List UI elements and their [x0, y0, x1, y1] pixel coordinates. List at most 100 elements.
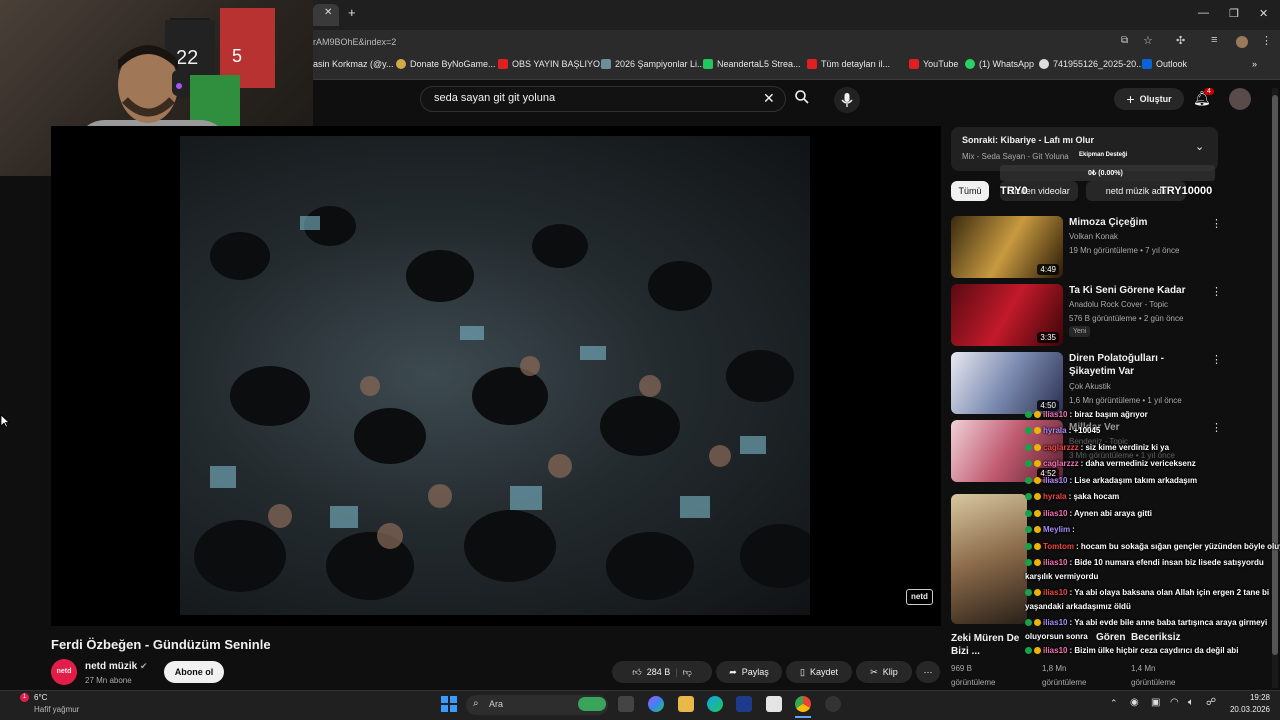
profile-avatar[interactable] [1236, 36, 1248, 48]
chat-badge-icon [1025, 427, 1032, 434]
bookmark[interactable]: OBS YAYIN BAŞLIYO... [498, 59, 608, 69]
bookmark[interactable]: Donate ByNoGame... [396, 59, 496, 69]
minimize-icon[interactable]: — [1198, 7, 1209, 19]
chat-username: hyrala [1043, 492, 1067, 501]
save-button[interactable]: ▯ Kaydet [786, 661, 852, 683]
rec-title[interactable]: Mimoza Çiçeğim [1069, 216, 1209, 229]
chat-badge-icon [1034, 589, 1041, 596]
rec-title[interactable]: Zeki Müren De Bizi ... [951, 632, 1021, 658]
extensions-icon[interactable]: ✣ [1176, 34, 1185, 47]
tray-overflow-icon[interactable]: ⌃ [1110, 698, 1118, 709]
dislike-icon[interactable]: 👎︎ [683, 667, 692, 678]
bookmark[interactable]: 741955126_2025-20... [1039, 59, 1144, 69]
store-icon[interactable] [736, 696, 752, 712]
bookmark[interactable]: (1) WhatsApp [965, 59, 1034, 69]
close-window-icon[interactable]: ✕ [1259, 7, 1268, 20]
weather-temp[interactable]: 6°C [34, 693, 47, 702]
new-tab-icon[interactable]: + [348, 5, 356, 20]
volume-icon[interactable]: 🔈︎ [1188, 697, 1194, 708]
scissors-icon: ✂ [870, 666, 878, 677]
rec-thumbnail[interactable]: 4:49 [951, 216, 1063, 278]
channel-avatar[interactable]: netd [51, 659, 77, 685]
reading-list-icon[interactable]: ≡ [1211, 34, 1217, 46]
rec-views: 969 B [951, 664, 972, 673]
account-avatar[interactable] [1229, 88, 1251, 110]
maximize-icon[interactable]: ❐ [1229, 7, 1239, 20]
like-count[interactable]: 284 B [647, 667, 671, 677]
chevron-down-icon[interactable]: ⌄ [1195, 140, 1204, 153]
chat-text: : Lise arkadaşım takım arkadaşım [1069, 476, 1198, 485]
rec-thumbnail[interactable] [951, 494, 1027, 624]
chrome-icon[interactable] [795, 696, 811, 712]
rec-channel[interactable]: Volkan Konak [1069, 232, 1118, 241]
more-actions-button[interactable]: ⋯ [916, 661, 940, 683]
chat-username: ilias10 [1043, 558, 1068, 567]
rec-views-label: görüntüleme [1131, 678, 1176, 687]
wifi-icon[interactable]: ◠ [1170, 697, 1179, 708]
create-button[interactable]: + Oluştur [1114, 88, 1184, 110]
close-tab-icon[interactable]: ✕ [324, 7, 332, 18]
rec-thumbnail[interactable]: 3:35 [951, 284, 1063, 346]
chat-badge-icon [1025, 543, 1032, 550]
chat-badge-icon [1034, 619, 1041, 626]
weather-desc[interactable]: Hafif yağmur [34, 705, 79, 714]
menu-dots-icon[interactable]: ⋮ [1261, 34, 1272, 47]
clip-button[interactable]: ✂ Klip [856, 661, 912, 683]
search-highlight-icon[interactable] [578, 697, 606, 711]
chat-text: : [1072, 525, 1075, 534]
star-icon[interactable]: ☆ [1143, 34, 1153, 47]
rec-title[interactable]: Beceriksiz [1131, 632, 1180, 643]
chat-message: ilias10: biraz başım ağrıyor [1025, 410, 1148, 419]
cast-icon[interactable]: ⧉ [1121, 35, 1128, 46]
tray-app-icon[interactable]: ◉ [1130, 697, 1139, 708]
more-bookmarks-icon[interactable]: » [1252, 59, 1257, 69]
rec-menu-icon[interactable]: ⋮ [1211, 217, 1222, 230]
filter-chip-all[interactable]: Tümü [951, 181, 989, 201]
clear-search-icon[interactable]: ✕ [763, 90, 775, 107]
verified-icon: ✔︎ [140, 661, 148, 671]
like-icon[interactable]: 👍︎ [632, 667, 641, 678]
search-query[interactable]: seda sayan git git yoluna [434, 92, 555, 104]
tray-app-icon[interactable]: ▣ [1151, 697, 1160, 708]
rec-title[interactable]: Diren Polatoğulları - Şikayetim Var [1069, 352, 1209, 378]
rec-channel[interactable]: Anadolu Rock Cover - Topic [1069, 300, 1168, 309]
copilot-icon[interactable] [648, 696, 664, 712]
chat-username: caglarzzz [1043, 443, 1079, 452]
obs-icon[interactable] [825, 696, 841, 712]
chat-text: : şaka hocam [1068, 492, 1120, 501]
edge-icon[interactable] [707, 696, 723, 712]
network-icon[interactable]: ☍ [1206, 697, 1216, 708]
task-view-icon[interactable] [618, 696, 634, 712]
chat-text: : biraz başım ağrıyor [1069, 410, 1148, 419]
chat-username: ilias10 [1043, 410, 1068, 419]
chat-text: oluyorsun sonra [1025, 632, 1088, 641]
windows-start-icon[interactable] [441, 696, 457, 712]
video-frame[interactable] [180, 136, 810, 615]
rec-title[interactable]: Gören [1096, 632, 1125, 643]
yandex-icon[interactable] [766, 696, 782, 712]
rec-thumbnail[interactable]: 4:50 [951, 352, 1063, 414]
bookmark[interactable]: NeandertaL5 Strea... [703, 59, 801, 69]
rec-menu-icon[interactable]: ⋮ [1211, 285, 1222, 298]
subscribe-button[interactable]: Abone ol [164, 661, 224, 683]
rec-menu-icon[interactable]: ⋮ [1211, 421, 1222, 434]
voice-search-button[interactable] [834, 87, 860, 113]
bookmark[interactable]: YouTube [909, 59, 958, 69]
scrollbar-thumb[interactable] [1272, 95, 1278, 655]
bookmark[interactable]: 2026 Şampiyonlar Li... [601, 59, 705, 69]
clock-time[interactable]: 19:28 [1230, 693, 1270, 702]
chat-message: ilias10: Lise arkadaşım takım arkadaşım [1025, 476, 1197, 485]
clock-date[interactable]: 20.03.2026 [1220, 705, 1270, 714]
url-text[interactable]: rAM9BOhE&index=2 [313, 37, 396, 47]
rec-menu-icon[interactable]: ⋮ [1211, 353, 1222, 366]
search-icon[interactable] [794, 89, 810, 105]
bookmark[interactable]: asin Korkmaz (@y... [313, 59, 394, 69]
bookmark[interactable]: Outlook [1142, 59, 1187, 69]
weather-alert-icon[interactable]: 1 [20, 693, 29, 702]
file-explorer-icon[interactable] [678, 696, 694, 712]
bookmark[interactable]: Tüm detayları il... [807, 59, 890, 69]
channel-name[interactable]: netd müzik [85, 661, 137, 672]
rec-title[interactable]: Ta Ki Seni Görene Kadar [1069, 284, 1209, 297]
rec-channel[interactable]: Çok Akustik [1069, 382, 1111, 391]
share-button[interactable]: ➦ Paylaş [716, 661, 782, 683]
